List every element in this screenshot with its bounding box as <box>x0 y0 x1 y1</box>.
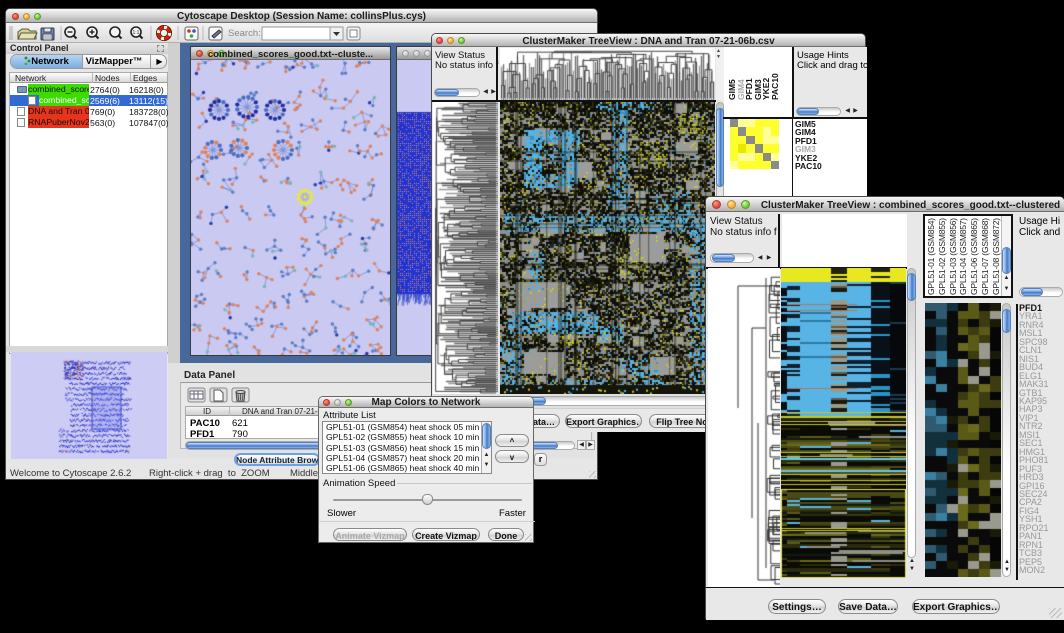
svg-text:1:1: 1:1 <box>133 30 140 36</box>
svg-text:Search:: Search: <box>228 28 261 39</box>
